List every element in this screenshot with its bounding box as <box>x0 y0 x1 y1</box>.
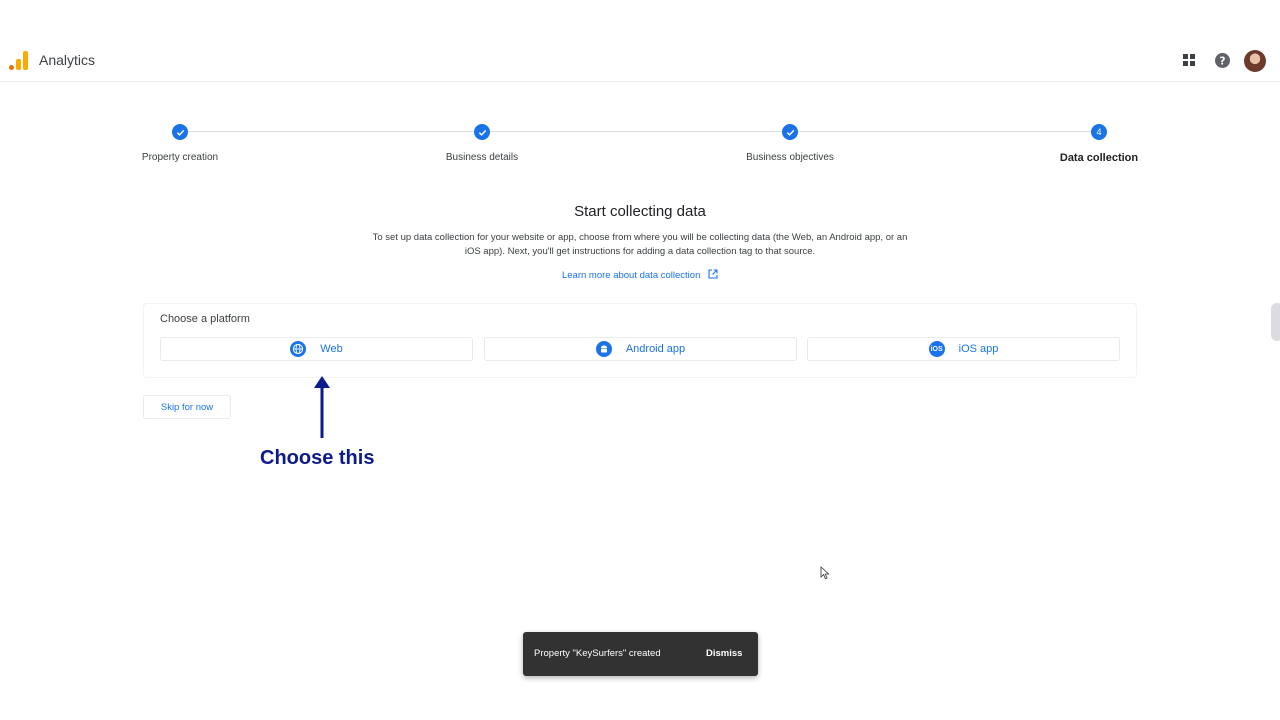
top-app-bar: Analytics ? <box>0 40 1280 82</box>
setup-stepper: 4 Property creation Business details Bus… <box>0 120 1280 170</box>
step-4-number: 4 <box>1091 124 1107 140</box>
svg-text:?: ? <box>1219 55 1225 67</box>
apps-grid-icon[interactable] <box>1178 49 1200 71</box>
mouse-cursor-icon <box>820 566 830 580</box>
app-title[interactable]: Analytics <box>39 52 95 68</box>
ios-icon: iOS <box>928 341 945 357</box>
step-2-check-icon <box>474 124 490 140</box>
step-connector <box>188 131 474 132</box>
avatar[interactable] <box>1244 50 1266 72</box>
platform-card: Choose a platform Web Android app iOS iO… <box>143 303 1137 378</box>
globe-icon <box>290 341 307 357</box>
dismiss-button[interactable]: Dismiss <box>706 648 742 659</box>
step-label-property-creation: Property creation <box>141 152 219 163</box>
side-panel-handle[interactable] <box>1271 303 1280 341</box>
external-link-icon[interactable] <box>708 269 718 279</box>
annotation-arrow-icon <box>314 376 330 438</box>
learn-more-link[interactable]: Learn more about data collection <box>0 269 1280 281</box>
android-label: Android app <box>625 343 686 355</box>
platform-label: Choose a platform <box>160 313 250 325</box>
snackbar-message: Property "KeySurfers" created <box>534 648 661 659</box>
step-connector <box>798 131 1091 132</box>
step-3-check-icon <box>782 124 798 140</box>
web-platform-button[interactable]: Web <box>160 337 473 361</box>
skip-for-now-button[interactable]: Skip for now <box>143 395 231 419</box>
annotation-text: Choose this <box>260 447 375 469</box>
snackbar: Property "KeySurfers" created Dismiss <box>523 632 758 676</box>
web-label: Web <box>320 343 343 355</box>
step-label-business-objectives: Business objectives <box>746 152 834 163</box>
android-icon <box>595 341 612 357</box>
help-icon[interactable]: ? <box>1211 49 1233 71</box>
page-title: Start collecting data <box>574 203 706 220</box>
ios-platform-button[interactable]: iOS iOS app <box>807 337 1120 361</box>
android-platform-button[interactable]: Android app <box>484 337 797 361</box>
step-1-check-icon <box>172 124 188 140</box>
step-connector <box>490 131 782 132</box>
analytics-logo-icon[interactable] <box>8 50 28 70</box>
ios-label: iOS app <box>958 343 999 355</box>
step-label-business-details: Business details <box>445 152 519 163</box>
learn-more-text[interactable]: Learn more about data collection <box>562 270 700 281</box>
page-description: To set up data collection for your websi… <box>372 232 908 257</box>
step-label-data-collection: Data collection <box>1059 152 1139 164</box>
